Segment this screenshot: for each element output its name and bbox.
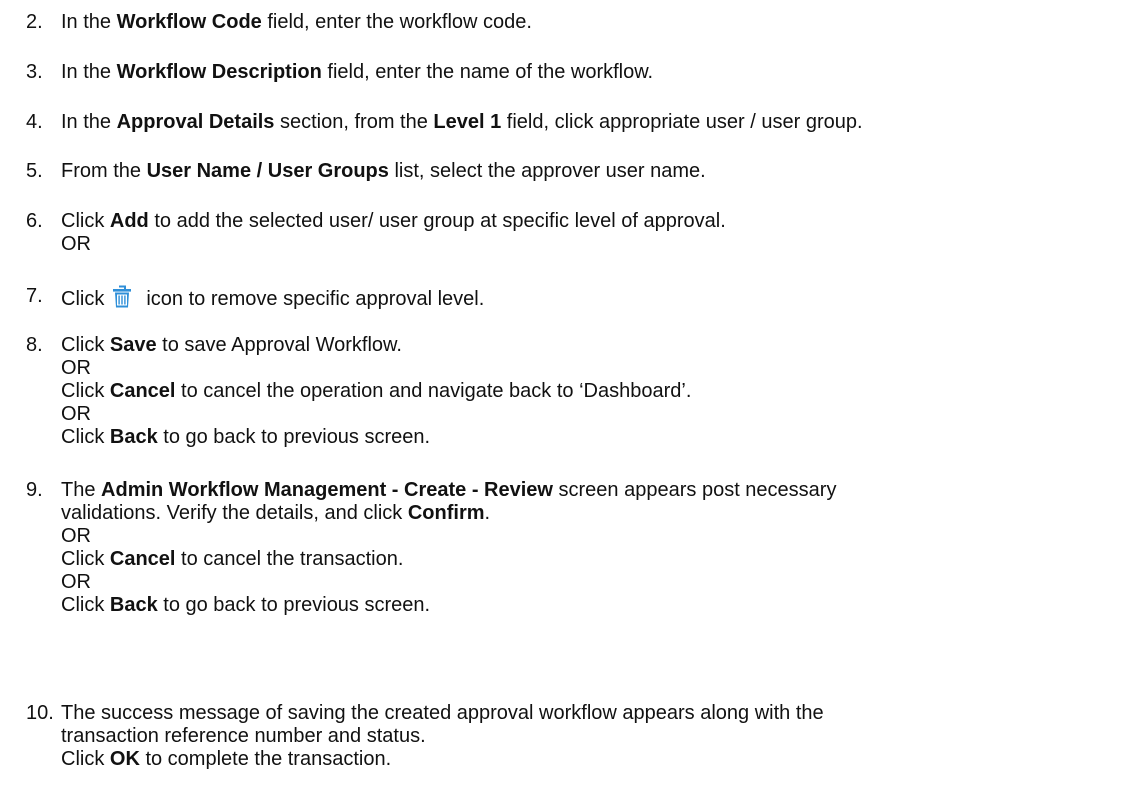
section-name: Approval Details [116, 111, 275, 133]
step-number: 3. [26, 61, 43, 83]
step-9: 9. The Admin Workflow Management - Create… [26, 479, 1121, 617]
step-8: 8. Click Save to save Approval Workflow. … [26, 334, 1121, 449]
step-text: Click Add to add the selected user/ user… [61, 210, 726, 232]
step-text: The Admin Workflow Management - Create -… [61, 479, 837, 501]
or-text: OR [61, 403, 91, 425]
screen-name: Admin Workflow Management - Create - Rev… [101, 479, 553, 501]
step-3: 3. In the Workflow Description field, ent… [26, 61, 1121, 84]
step-6: 6. Click Add to add the selected user/ us… [26, 210, 1121, 256]
step-number: 6. [26, 210, 43, 232]
field-name: Workflow Description [116, 61, 322, 83]
step-line: Click Cancel to cancel the operation and… [61, 380, 692, 402]
button-name: Back [109, 594, 158, 616]
step-line: transaction reference number and status. [61, 725, 426, 747]
step-7: 7. Click icon to remove specific approval … [26, 285, 1121, 311]
field-name: Workflow Code [116, 11, 262, 33]
trash-icon [112, 285, 132, 309]
or-text: OR [61, 571, 91, 593]
step-text: Click icon to remove specific approval le… [61, 285, 484, 311]
step-text: The success message of saving the create… [61, 702, 824, 724]
step-number: 2. [26, 11, 43, 33]
step-line: Click OK to complete the transaction. [61, 748, 392, 770]
or-text: OR [61, 525, 91, 547]
button-name: Cancel [109, 548, 176, 570]
step-text: In the Workflow Code field, enter the wo… [61, 11, 532, 33]
step-text: From the User Name / User Groups list, s… [61, 160, 706, 182]
step-line: Click Back to go back to previous screen… [61, 594, 431, 616]
list-name: User Name / User Groups [146, 160, 389, 182]
step-number: 4. [26, 111, 43, 133]
step-line: Click Cancel to cancel the transaction. [61, 548, 404, 570]
field-name: Level 1 [433, 111, 502, 133]
step-text: In the Approval Details section, from th… [61, 111, 863, 133]
step-5: 5. From the User Name / User Groups list,… [26, 160, 1121, 183]
or-text: OR [61, 233, 91, 255]
button-name: Back [109, 426, 158, 448]
step-line: validations. Verify the details, and cli… [61, 502, 491, 524]
step-number: 5. [26, 160, 43, 182]
step-10: 10. The success message of saving the cre… [26, 702, 1121, 771]
button-name: Cancel [109, 380, 176, 402]
step-number: 9. [26, 479, 43, 501]
step-number: 10. [26, 702, 54, 724]
step-2: 2. In the Workflow Code field, enter the … [26, 11, 1121, 34]
step-text: In the Workflow Description field, enter… [61, 61, 654, 83]
step-line: Click Back to go back to previous screen… [61, 426, 431, 448]
step-number: 7. [26, 285, 43, 307]
or-text: OR [61, 357, 91, 379]
button-name: Confirm [407, 502, 485, 524]
step-text: Click Save to save Approval Workflow. [61, 334, 402, 356]
button-name: Save [109, 334, 157, 356]
button-name: OK [109, 748, 140, 770]
step-number: 8. [26, 334, 43, 356]
step-4: 4. In the Approval Details section, from … [26, 111, 1121, 134]
button-name: Add [109, 210, 149, 232]
